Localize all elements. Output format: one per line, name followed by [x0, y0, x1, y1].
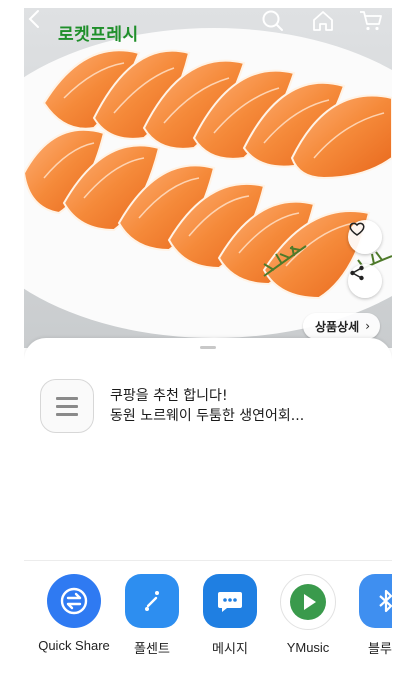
product-image[interactable]: 로켓프레시 상품상세 ›	[24, 8, 392, 348]
back-chevron-icon[interactable]	[24, 8, 46, 30]
bluetooth-icon	[359, 574, 392, 628]
share-app-label: 메시지	[212, 641, 248, 656]
product-detail-button[interactable]: 상품상세 ›	[303, 313, 380, 339]
share-app-message[interactable]: 메시지	[188, 574, 272, 657]
preview-thumbnail-icon	[40, 379, 94, 433]
share-app-pollcent[interactable]: 폴센트	[110, 574, 194, 657]
message-icon	[203, 574, 257, 628]
share-app-label: Quick Share	[38, 638, 110, 653]
screen: 로켓프레시 상품상세 › 쿠팡을 추천 합니다! 동원 노르웨이 두툼한 생연어…	[24, 8, 392, 680]
search-icon[interactable]	[260, 8, 286, 34]
pollcent-icon	[125, 574, 179, 628]
share-app-label: 블루투	[368, 641, 392, 656]
cart-icon[interactable]	[358, 8, 384, 34]
share-preview: 쿠팡을 추천 합니다! 동원 노르웨이 두툼한 생연어회...	[40, 374, 380, 438]
share-app-bluetooth[interactable]: 블루투	[344, 574, 392, 657]
divider	[24, 560, 392, 561]
share-title: 쿠팡을 추천 합니다!	[110, 388, 228, 404]
share-subtitle: 동원 노르웨이 두툼한 생연어회...	[110, 408, 305, 424]
share-app-ymusic[interactable]: YMusic	[266, 574, 350, 655]
quick-share-icon	[47, 574, 101, 628]
share-app-label: 폴센트	[134, 641, 170, 656]
top-bar: 로켓프레시	[24, 8, 392, 54]
heart-icon	[349, 222, 365, 236]
wishlist-button[interactable]	[348, 220, 382, 254]
chevron-right-icon: ›	[365, 319, 370, 333]
share-preview-text: 쿠팡을 추천 합니다! 동원 노르웨이 두툼한 생연어회...	[110, 386, 304, 426]
home-icon[interactable]	[310, 8, 336, 34]
share-button[interactable]	[348, 264, 382, 298]
share-app-list: Quick Share 폴센트 메시지 YMusic 블루	[24, 574, 392, 674]
product-detail-label: 상품상세	[315, 319, 360, 334]
share-icon	[350, 265, 364, 281]
sheet-handle[interactable]	[200, 346, 216, 349]
brand-title[interactable]: 로켓프레시	[58, 20, 139, 45]
share-sheet: 쿠팡을 추천 합니다! 동원 노르웨이 두툼한 생연어회... Quick Sh…	[24, 338, 392, 680]
share-app-quick-share[interactable]: Quick Share	[32, 574, 116, 653]
share-app-label: YMusic	[286, 640, 330, 655]
ymusic-icon	[280, 574, 336, 630]
